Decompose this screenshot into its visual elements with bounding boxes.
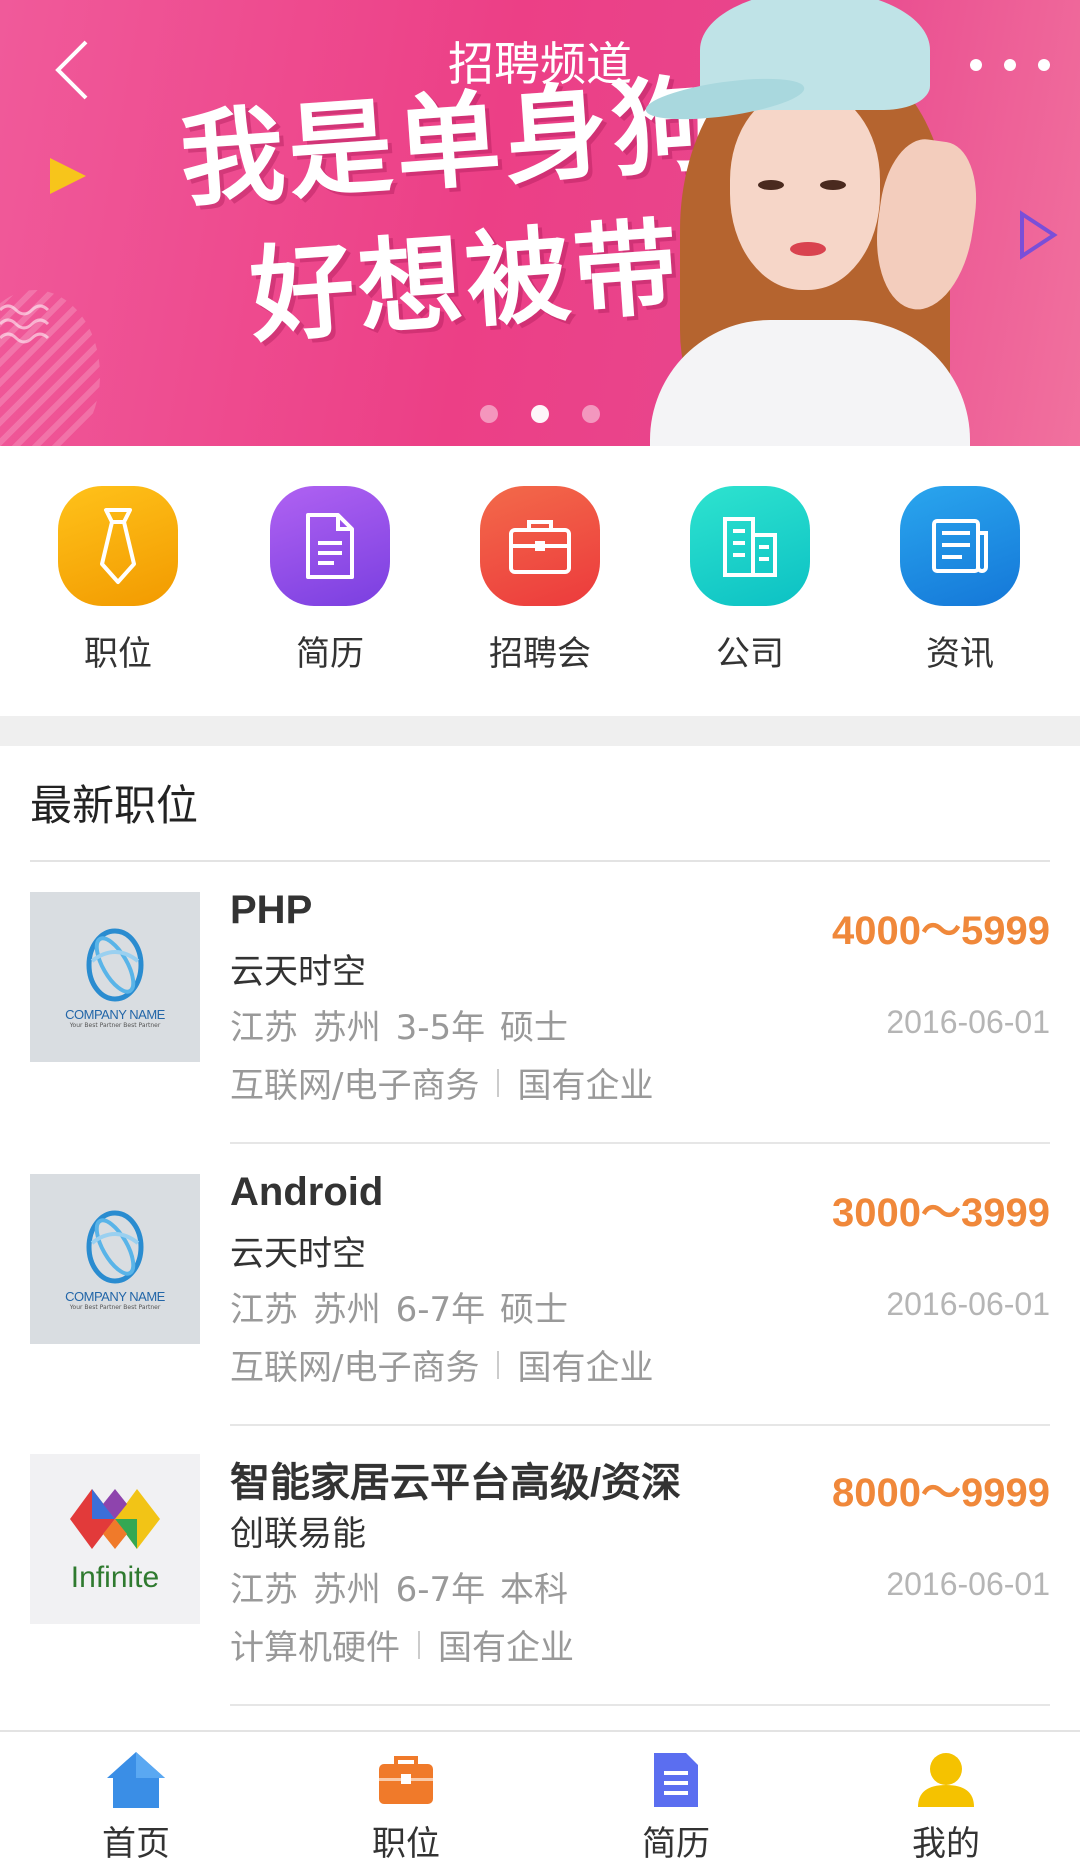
document-icon xyxy=(641,1748,711,1812)
ownership-tag: 国有企业 xyxy=(517,1066,654,1106)
job-title: Android xyxy=(230,1170,384,1214)
tab-jobs[interactable]: 职位 xyxy=(326,1748,486,1860)
industry-tag: 计算机硬件 xyxy=(230,1628,400,1668)
job-list-item[interactable]: COMPANY NAME Your Best Partner Best Part… xyxy=(30,1144,1050,1426)
company-logo: COMPANY NAME Your Best Partner Best Part… xyxy=(30,892,200,1062)
tab-label: 首页 xyxy=(102,1824,170,1860)
quick-nav-news[interactable]: 资讯 xyxy=(880,486,1040,675)
globe-logo-icon xyxy=(86,1210,144,1284)
globe-logo-icon xyxy=(86,928,144,1002)
salary-range: 3000～3999 xyxy=(832,1191,1050,1235)
user-icon xyxy=(911,1748,981,1812)
wave-decoration xyxy=(0,304,50,344)
carousel-dot-active[interactable] xyxy=(531,405,549,423)
more-dot-icon xyxy=(970,59,982,71)
quick-nav-label: 资讯 xyxy=(926,634,994,674)
tab-resume[interactable]: 简历 xyxy=(596,1748,756,1860)
logo-subcaption: Your Best Partner Best Partner xyxy=(69,1022,161,1029)
tie-icon xyxy=(58,486,178,606)
job-meta: 江苏 苏州 6-7年 硕士 xyxy=(230,1290,568,1330)
tab-me[interactable]: 我的 xyxy=(866,1748,1026,1860)
tab-home[interactable]: 首页 xyxy=(56,1748,216,1860)
more-button[interactable] xyxy=(970,52,1050,78)
divider xyxy=(230,1704,1050,1706)
logo-caption: Infinite xyxy=(70,1561,160,1594)
tag-separator xyxy=(497,1350,500,1379)
salary-range: 4000～5999 xyxy=(832,909,1050,953)
carousel-dot[interactable] xyxy=(582,405,600,423)
quick-nav-jobs[interactable]: 职位 xyxy=(38,486,198,675)
logo-caption: COMPANY NAME xyxy=(65,1007,165,1022)
carousel-indicator xyxy=(480,404,600,424)
triangle-decoration xyxy=(50,158,86,194)
company-name: 创联易能 xyxy=(230,1514,366,1554)
bottom-tab-bar: 首页 职位 简历 我的 xyxy=(0,1730,1080,1860)
briefcase-icon xyxy=(371,1748,441,1812)
logo-caption: COMPANY NAME xyxy=(65,1289,165,1304)
tab-label: 我的 xyxy=(912,1824,980,1860)
tab-label: 职位 xyxy=(372,1824,440,1860)
job-tags: 互联网/电子商务 国有企业 xyxy=(230,1058,653,1107)
company-name: 云天时空 xyxy=(230,952,366,992)
job-tags: 互联网/电子商务 国有企业 xyxy=(230,1340,653,1389)
tab-label: 简历 xyxy=(642,1824,710,1860)
quick-nav-job-fair[interactable]: 招聘会 xyxy=(460,486,620,675)
post-date: 2016-06-01 xyxy=(886,1286,1050,1322)
job-title: 智能家居云平台高级/资深 xyxy=(230,1461,682,1505)
carousel-dot[interactable] xyxy=(480,405,498,423)
section-divider xyxy=(0,716,1080,746)
job-tags: 计算机硬件 国有企业 xyxy=(230,1620,574,1669)
industry-tag: 互联网/电子商务 xyxy=(230,1348,480,1388)
more-dot-icon xyxy=(1004,59,1016,71)
quick-nav-company[interactable]: 公司 xyxy=(670,486,830,675)
quick-nav-label: 招聘会 xyxy=(489,634,591,674)
post-date: 2016-06-01 xyxy=(886,1004,1050,1040)
building-icon xyxy=(690,486,810,606)
document-icon xyxy=(270,486,390,606)
salary-range: 8000～9999 xyxy=(832,1471,1050,1515)
job-title: PHP xyxy=(230,888,313,932)
briefcase-icon xyxy=(480,486,600,606)
tag-separator xyxy=(418,1630,420,1659)
job-list-item[interactable]: COMPANY NAME Your Best Partner Best Part… xyxy=(30,862,1050,1144)
post-date: 2016-06-01 xyxy=(886,1566,1050,1602)
company-logo: COMPANY NAME Your Best Partner Best Part… xyxy=(30,1174,200,1344)
logo-subcaption: Your Best Partner Best Partner xyxy=(69,1304,161,1311)
more-dot-icon xyxy=(1038,59,1050,71)
job-list-item[interactable]: Infinite 智能家居云平台高级/资深 创联易能 江苏 苏州 6-7年 本科… xyxy=(30,1424,1050,1706)
job-meta: 江苏 苏州 6-7年 本科 xyxy=(230,1570,568,1610)
section-title: 最新职位 xyxy=(30,781,199,830)
company-name: 云天时空 xyxy=(230,1234,366,1274)
job-meta: 江苏 苏州 3-5年 硕士 xyxy=(230,1008,568,1048)
quick-nav-label: 公司 xyxy=(716,634,784,674)
home-icon xyxy=(101,1748,171,1812)
page-title: 招聘频道 xyxy=(448,37,632,91)
industry-tag: 互联网/电子商务 xyxy=(230,1066,480,1106)
ownership-tag: 国有企业 xyxy=(438,1628,574,1668)
quick-nav-label: 职位 xyxy=(84,634,152,674)
company-logo: Infinite xyxy=(30,1454,200,1624)
quick-nav-label: 简历 xyxy=(296,634,364,674)
infinite-logo-icon xyxy=(70,1489,160,1549)
quick-nav: 职位 简历 招聘会 公司 资讯 xyxy=(0,446,1080,716)
tag-separator xyxy=(497,1068,500,1097)
quick-nav-resume[interactable]: 简历 xyxy=(250,486,410,675)
ownership-tag: 国有企业 xyxy=(517,1348,654,1388)
news-icon xyxy=(900,486,1020,606)
banner-carousel[interactable]: 我是单身狗 好想被带走 招聘频道 xyxy=(0,0,1080,446)
